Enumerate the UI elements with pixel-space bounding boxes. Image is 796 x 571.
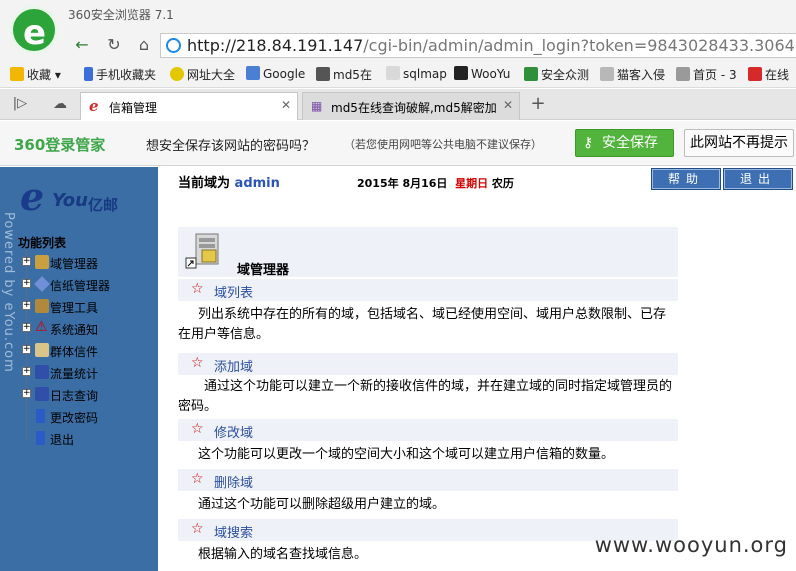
plus-icon <box>170 67 184 81</box>
section-add-domain[interactable]: ☆ 添加域 <box>178 353 678 375</box>
bookmark-google[interactable]: Google <box>246 66 305 81</box>
function-list-heading: 功能列表 <box>18 236 67 250</box>
password-save-bar: 360登录管家 想安全保存该网站的密码吗？ （若您使用网吧等公共电脑不建议保存）… <box>0 121 796 166</box>
back-arrow-icon[interactable]: ← <box>70 33 94 57</box>
never-prompt-button[interactable]: 此网站不再提示 <box>684 129 794 157</box>
section-edit-domain[interactable]: ☆ 修改域 <box>178 419 678 441</box>
browser-title: 360安全浏览器 7.1 <box>68 8 174 22</box>
browser-title-bar: 360安全浏览器 7.1 <box>0 0 796 30</box>
section-desc: 通过这个功能可以删除超级用户建立的域。 <box>198 497 446 512</box>
close-icon[interactable]: ✕ <box>503 98 513 112</box>
bookmark-security[interactable]: 安全众测 <box>524 66 589 83</box>
expand-icon[interactable]: + <box>22 323 31 332</box>
new-tab-button[interactable]: + <box>526 92 550 116</box>
grid-icon: ▦ <box>311 99 323 113</box>
expand-icon[interactable]: + <box>22 367 31 376</box>
shield-icon <box>524 67 538 81</box>
browser-logo-icon[interactable]: e <box>10 6 58 54</box>
bookmark-md5[interactable]: md5在 <box>316 66 372 83</box>
current-domain: 当前域为 admin <box>178 176 280 191</box>
phone-icon <box>84 67 93 81</box>
mail-group-icon <box>35 343 49 357</box>
page-icon <box>600 67 614 81</box>
save-password-button[interactable]: ⚷ 安全保存 <box>575 129 674 157</box>
address-bar[interactable]: http://218.84.191.147/cgi-bin/admin/admi… <box>160 33 796 58</box>
expand-icon[interactable]: + <box>22 301 31 310</box>
star-icon <box>10 67 24 81</box>
star-icon: ☆ <box>191 521 204 537</box>
password-prompt: 想安全保存该网站的密码吗？ <box>146 139 316 154</box>
header-buttons: 帮助 退出 <box>651 168 796 190</box>
star-icon: ☆ <box>191 281 204 297</box>
bookmark-wooyun[interactable]: WooYu <box>454 66 510 81</box>
bookmark-sqlmap[interactable]: sqlmap <box>386 66 447 81</box>
exit-button[interactable]: 退出 <box>723 168 793 190</box>
domain-manager-panel: 域管理器 ☆ 域列表 列出系统中存在的所有的域，包括域名、域已经使用空间、域用户… <box>178 227 678 571</box>
ie-icon: e <box>89 97 99 115</box>
bookmark-hao[interactable]: 网址大全 <box>170 66 235 83</box>
domain-icon <box>35 255 49 269</box>
tools-icon <box>35 299 49 313</box>
wooyun-icon <box>454 66 468 80</box>
password-note: （若您使用网吧等公共电脑不建议保存） <box>344 138 542 151</box>
key-icon: ⚷ <box>583 135 594 151</box>
cloud-icon[interactable]: ☁ <box>48 92 72 116</box>
expand-icon[interactable]: + <box>22 389 31 398</box>
section-desc: 列出系统中存在的所有的域，包括域名、域已经使用空间、域用户总数限制、已存在用户等… <box>178 307 667 342</box>
section-desc: 通过这个功能可以建立一个新的接收信件的域，并在建立域的同时指定域管理员的密码。 <box>178 379 673 414</box>
y-icon <box>748 67 762 81</box>
door-icon <box>36 431 45 445</box>
bookmark-online[interactable]: 在线 <box>748 66 789 83</box>
warning-icon: ⚠ <box>35 319 48 335</box>
section-delete-domain[interactable]: ☆ 删除域 <box>178 469 678 491</box>
bookmark-hacker[interactable]: 猫客入侵 <box>600 66 665 83</box>
browser-nav-bar: ← ↻ ⌂ http://218.84.191.147/cgi-bin/admi… <box>0 30 796 62</box>
panel-header: 域管理器 <box>178 227 678 278</box>
section-desc: 这个功能可以更改一个域的空间大小和这个域可以建立用户信箱的数量。 <box>198 447 615 462</box>
tab-bar: |▷ ☁ e 信箱管理 ✕ ▦ md5在线查询破解,md5解密加 ✕ + <box>0 89 796 120</box>
door-icon <box>36 409 45 423</box>
page-icon <box>386 66 400 80</box>
current-date: 2015年 8月16日 星期日 农历 <box>357 177 514 190</box>
powered-by-text: Powered by eYou.com <box>1 212 16 373</box>
panel-title: 域管理器 <box>237 263 290 278</box>
star-icon: ☆ <box>191 471 204 487</box>
main-content: 当前域为 admin 2015年 8月16日 星期日 农历 帮助 退出 域管理器… <box>158 167 796 571</box>
section-domain-list[interactable]: ☆ 域列表 <box>178 279 678 301</box>
bookmark-favorites[interactable]: 收藏 ▾ <box>10 66 61 83</box>
expand-icon[interactable]: + <box>22 279 31 288</box>
password-manager-brand: 360登录管家 <box>14 136 106 154</box>
help-button[interactable]: 帮助 <box>651 168 721 190</box>
expand-icon[interactable]: + <box>22 345 31 354</box>
star-icon: ☆ <box>191 355 204 371</box>
reload-icon[interactable]: ↻ <box>102 33 126 57</box>
bookmark-mobile[interactable]: 手机收藏夹 <box>84 66 156 83</box>
star-icon: ☆ <box>191 421 204 437</box>
expand-icon[interactable]: + <box>22 257 31 266</box>
address-url[interactable]: http://218.84.191.147/cgi-bin/admin/admi… <box>187 36 796 55</box>
home-icon <box>676 67 690 81</box>
home-icon[interactable]: ⌂ <box>132 33 156 57</box>
tab-mail-admin[interactable]: e 信箱管理 ✕ <box>80 92 298 120</box>
wooyun-watermark: www.wooyun.org <box>594 533 788 557</box>
chart-icon <box>35 365 49 379</box>
page-icon <box>316 67 330 81</box>
log-icon <box>35 387 49 401</box>
bookmark-home[interactable]: 首页 - 3 <box>676 66 737 83</box>
site-info-icon[interactable] <box>166 38 181 53</box>
server-lock-icon <box>185 233 219 269</box>
tab-md5[interactable]: ▦ md5在线查询破解,md5解密加 ✕ <box>302 92 520 120</box>
bookmarks-bar: 收藏 ▾ 手机收藏夹 网址大全 Google md5在 sqlmap WooYu… <box>0 62 796 88</box>
eyou-logo: e You 亿邮 <box>20 174 119 219</box>
search-icon <box>246 66 260 80</box>
close-icon[interactable]: ✕ <box>281 98 291 112</box>
sidebar-toggle-icon[interactable]: |▷ <box>8 92 32 116</box>
